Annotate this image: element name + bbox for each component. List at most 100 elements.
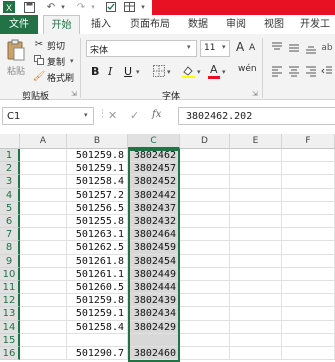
cell-b13[interactable]: 501259.1	[67, 307, 128, 321]
dialog-launcher-icon[interactable]: ⇲	[71, 90, 77, 98]
align-top-icon[interactable]	[270, 41, 284, 55]
cell-e4[interactable]	[230, 188, 282, 202]
cell-d11[interactable]	[180, 281, 230, 295]
column-header-d[interactable]: D	[180, 134, 230, 149]
cell-d16[interactable]	[180, 347, 230, 361]
italic-button[interactable]: I	[108, 65, 112, 78]
shrink-font-icon[interactable]: A	[249, 43, 255, 53]
cell-f6[interactable]	[282, 215, 335, 229]
cell-d7[interactable]	[180, 228, 230, 242]
cell-c12[interactable]: 3802439	[128, 294, 180, 308]
cell-d13[interactable]	[180, 307, 230, 321]
cell-c3[interactable]: 3802452	[128, 175, 180, 189]
cell-c5[interactable]: 3802437	[128, 201, 180, 215]
cell-b5[interactable]: 501256.5	[67, 201, 128, 215]
redo-icon[interactable]: ↷	[74, 0, 88, 14]
cell-a13[interactable]	[20, 307, 67, 321]
dialog-launcher-icon[interactable]: ⇲	[252, 90, 258, 98]
column-header-c[interactable]: C	[128, 134, 180, 149]
cell-e10[interactable]	[230, 267, 282, 281]
phonetic-guide-icon[interactable]: wén	[238, 64, 257, 74]
cell-c7[interactable]: 3802464	[128, 228, 180, 242]
cell-a11[interactable]	[20, 281, 67, 295]
cell-f3[interactable]	[282, 175, 335, 189]
row-header[interactable]: 13	[0, 307, 20, 321]
cell-c6[interactable]: 3802432	[128, 215, 180, 229]
cell-b15[interactable]	[67, 333, 128, 347]
cell-a4[interactable]	[20, 188, 67, 202]
row-header[interactable]: 14	[0, 320, 20, 334]
row-header[interactable]: 3	[0, 175, 20, 189]
chevron-down-icon[interactable]: ▾	[197, 68, 201, 76]
cell-b9[interactable]: 501261.8	[67, 254, 128, 268]
cell-a10[interactable]	[20, 267, 67, 281]
formula-bar-handle-icon[interactable]: ⋮	[98, 109, 107, 119]
tab-view[interactable]: 视图	[258, 15, 290, 34]
save-icon[interactable]	[22, 0, 36, 14]
tab-page-layout[interactable]: 页面布局	[124, 15, 176, 34]
cell-e12[interactable]	[230, 294, 282, 308]
cell-e14[interactable]	[230, 320, 282, 334]
cell-a9[interactable]	[20, 254, 67, 268]
row-header[interactable]: 7	[0, 228, 20, 242]
column-header-b[interactable]: B	[67, 134, 128, 149]
cell-e13[interactable]	[230, 307, 282, 321]
cell-f5[interactable]	[282, 201, 335, 215]
cell-e2[interactable]	[230, 162, 282, 176]
paste-label[interactable]: 粘贴	[7, 64, 25, 77]
cell-b10[interactable]: 501261.1	[67, 267, 128, 281]
cell-d10[interactable]	[180, 267, 230, 281]
cell-a1[interactable]	[20, 149, 67, 163]
cell-a6[interactable]	[20, 215, 67, 229]
insert-function-icon[interactable]: fx	[152, 109, 161, 120]
align-middle-icon[interactable]	[287, 41, 301, 55]
cancel-icon[interactable]: ✕	[108, 109, 117, 122]
chevron-down-icon[interactable]: ▾	[222, 43, 226, 51]
row-header[interactable]: 2	[0, 162, 20, 176]
cell-b16[interactable]: 501290.7	[67, 347, 128, 361]
cell-e11[interactable]	[230, 281, 282, 295]
chevron-down-icon[interactable]: ▾	[167, 68, 171, 76]
row-header[interactable]: 9	[0, 254, 20, 268]
enter-icon[interactable]: ✓	[130, 109, 139, 122]
undo-icon[interactable]: ↶	[44, 0, 58, 14]
align-bottom-icon[interactable]	[304, 41, 318, 55]
cell-f1[interactable]	[282, 149, 335, 163]
cell-b1[interactable]: 501259.8	[67, 149, 128, 163]
cell-d5[interactable]	[180, 201, 230, 215]
cell-c8[interactable]: 3802459	[128, 241, 180, 255]
cell-f16[interactable]	[282, 347, 335, 361]
cell-d8[interactable]	[180, 241, 230, 255]
cell-d4[interactable]	[180, 188, 230, 202]
cell-a8[interactable]	[20, 241, 67, 255]
cell-a14[interactable]	[20, 320, 67, 334]
select-all-corner[interactable]	[0, 134, 20, 149]
row-header[interactable]: 5	[0, 201, 20, 215]
cell-d12[interactable]	[180, 294, 230, 308]
cell-e6[interactable]	[230, 215, 282, 229]
cell-e1[interactable]	[230, 149, 282, 163]
orientation-icon[interactable]: ab	[320, 41, 334, 55]
tab-home[interactable]: 开始	[43, 15, 80, 34]
cut-label[interactable]: 剪切	[47, 39, 65, 52]
tab-review[interactable]: 审阅	[220, 15, 252, 34]
cell-c4[interactable]: 3802442	[128, 188, 180, 202]
row-header[interactable]: 15	[0, 333, 20, 347]
cell-f15[interactable]	[282, 333, 335, 347]
cell-d2[interactable]	[180, 162, 230, 176]
customize-qat-icon[interactable]: ▾	[138, 0, 148, 14]
chevron-down-icon[interactable]: ▾	[222, 68, 226, 76]
cell-a5[interactable]	[20, 201, 67, 215]
cell-f11[interactable]	[282, 281, 335, 295]
align-right-icon[interactable]	[304, 64, 318, 78]
table-icon[interactable]	[122, 0, 136, 14]
row-header[interactable]: 6	[0, 215, 20, 229]
chevron-down-icon[interactable]: ▾	[136, 68, 140, 76]
cell-e7[interactable]	[230, 228, 282, 242]
cell-c15[interactable]	[128, 333, 180, 347]
cell-a3[interactable]	[20, 175, 67, 189]
cell-f9[interactable]	[282, 254, 335, 268]
tab-developer[interactable]: 开发工	[295, 15, 335, 34]
cell-c16[interactable]: 3802460	[128, 347, 180, 361]
borders-icon[interactable]	[152, 64, 166, 78]
